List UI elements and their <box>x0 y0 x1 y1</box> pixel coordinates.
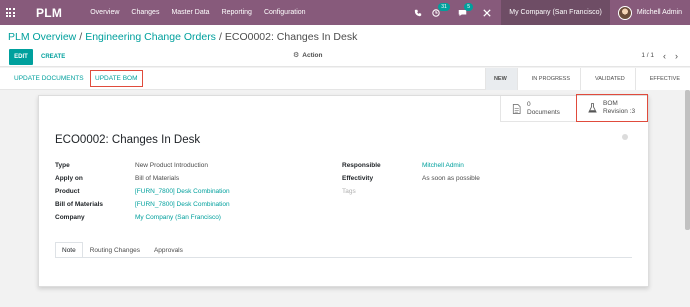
apps-menu-icon[interactable] <box>0 0 20 25</box>
smart-button-box: 0 Documents BOM Revision :3 <box>500 94 648 122</box>
type-label: Type <box>55 162 70 169</box>
product-link[interactable]: [FURN_7800] Desk Combination <box>135 188 230 195</box>
messages-icon[interactable]: 5 <box>458 2 474 17</box>
tags-label: Tags <box>342 188 356 195</box>
create-button[interactable]: CREATE <box>41 49 65 65</box>
stage-effective[interactable]: EFFECTIVE <box>634 68 690 90</box>
user-menu[interactable]: Mitchell Admin <box>617 5 682 20</box>
user-name: Mitchell Admin <box>636 9 682 16</box>
gear-icon: ⚙ <box>293 52 300 59</box>
flask-icon <box>587 103 597 113</box>
company-label: Company <box>55 214 85 221</box>
action-label: Action <box>302 51 323 59</box>
form-sheet: 0 Documents BOM Revision :3 ECO0002: Cha… <box>38 94 649 287</box>
stage-pipeline: NEW IN PROGRESS VALIDATED EFFECTIVE <box>484 68 690 90</box>
documents-smart-button[interactable]: 0 Documents <box>500 96 576 122</box>
tab-divider <box>55 257 632 258</box>
menu-master-data[interactable]: Master Data <box>171 9 209 16</box>
apply-on-value: Bill of Materials <box>135 175 180 182</box>
control-panel: PLM Overview / Engineering Change Orders / E… <box>0 25 690 67</box>
pager-value[interactable]: 1 / 1 <box>641 52 654 59</box>
apply-on-label: Apply on <box>55 175 83 182</box>
pager: 1 / 1 ‹ › <box>641 51 678 60</box>
documents-label: Documents <box>527 108 560 116</box>
stage-in-progress[interactable]: IN PROGRESS <box>516 68 580 90</box>
activity-clock-icon[interactable]: 31 <box>432 2 450 17</box>
product-label: Product <box>55 188 80 195</box>
tab-approvals[interactable]: Approvals <box>147 242 190 258</box>
update-documents-button[interactable]: UPDATE DOCUMENTS <box>10 71 88 86</box>
tab-routing-changes[interactable]: Routing Changes <box>83 242 147 258</box>
phone-icon[interactable] <box>414 9 422 17</box>
company-link[interactable]: My Company (San Francisco) <box>135 214 221 221</box>
type-value: New Product Introduction <box>135 162 208 169</box>
activity-count-badge: 31 <box>438 2 450 11</box>
breadcrumb: PLM Overview / Engineering Change Orders / E… <box>8 31 357 43</box>
menu-configuration[interactable]: Configuration <box>264 9 306 16</box>
stage-new[interactable]: NEW <box>484 68 517 90</box>
menu-reporting[interactable]: Reporting <box>222 9 252 16</box>
company-switcher[interactable]: My Company (San Francisco) <box>501 0 610 25</box>
bom-smart-button[interactable]: BOM Revision :3 <box>576 94 648 122</box>
documents-count: 0 <box>527 100 531 108</box>
kanban-state-indicator[interactable] <box>622 134 628 140</box>
message-count-badge: 5 <box>464 2 474 11</box>
stage-validated[interactable]: VALIDATED <box>579 68 635 90</box>
edit-button[interactable]: EDIT <box>9 49 33 65</box>
effectivity-value: As soon as possible <box>422 175 480 182</box>
tags-field[interactable] <box>422 188 542 197</box>
responsible-link[interactable]: Mitchell Admin <box>422 162 464 169</box>
breadcrumb-separator: / <box>79 31 83 43</box>
menu-changes[interactable]: Changes <box>131 9 159 16</box>
responsible-label: Responsible <box>342 162 381 169</box>
action-dropdown[interactable]: ⚙ Action <box>293 51 323 60</box>
effectivity-label: Effectivity <box>342 175 374 182</box>
notebook-tabs: Note Routing Changes Approvals <box>55 242 190 258</box>
tab-note[interactable]: Note <box>55 242 83 258</box>
document-icon <box>511 103 521 114</box>
breadcrumb-plm-overview[interactable]: PLM Overview <box>8 31 76 43</box>
bom-label: BOM <box>603 100 618 107</box>
breadcrumb-change-orders[interactable]: Engineering Change Orders <box>85 31 216 43</box>
breadcrumb-current: ECO0002: Changes In Desk <box>224 31 358 43</box>
avatar <box>617 5 632 20</box>
menu-overview[interactable]: Overview <box>90 9 119 16</box>
record-title: ECO0002: Changes In Desk <box>55 134 201 146</box>
update-bom-button[interactable]: UPDATE BOM <box>90 70 143 87</box>
bill-of-materials-link[interactable]: [FURN_7800] Desk Combination <box>135 201 230 208</box>
page-scrollbar[interactable] <box>685 90 690 230</box>
top-navbar: PLM Overview Changes Master Data Reporti… <box>0 0 690 25</box>
form-statusbar: UPDATE DOCUMENTS UPDATE BOM NEW IN PROGR… <box>0 68 690 90</box>
app-brand[interactable]: PLM <box>36 6 62 20</box>
chevron-right-icon[interactable]: › <box>675 51 678 60</box>
breadcrumb-separator: / <box>218 31 222 43</box>
debug-tools-icon[interactable] <box>483 8 491 17</box>
chevron-left-icon[interactable]: ‹ <box>663 51 666 60</box>
bom-revision: Revision :3 <box>603 108 636 115</box>
bill-of-materials-label: Bill of Materials <box>55 201 104 208</box>
